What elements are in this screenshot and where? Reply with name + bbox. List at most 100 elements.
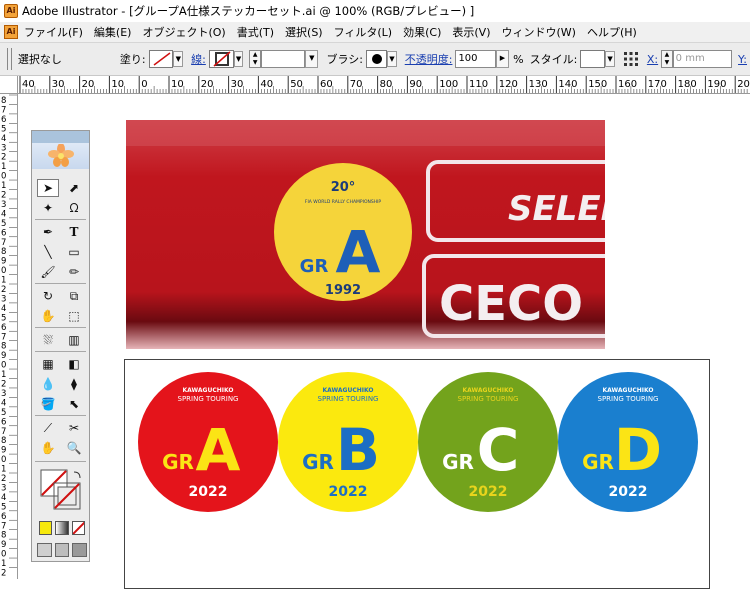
blend-tool-icon[interactable]: ⧫ [63, 375, 85, 393]
fill-stroke-swatch-icon[interactable] [40, 469, 84, 511]
fill-dropdown-arrow[interactable]: ▼ [173, 51, 184, 67]
ruler-h-label: 160 [618, 79, 637, 90]
tools-divider [35, 219, 86, 220]
vertical-ruler[interactable]: 8765432101234567890123456789012345678901… [0, 93, 18, 579]
full-screen-mode-icon[interactable] [72, 543, 88, 557]
sticker-year: 2022 [469, 484, 508, 500]
scissors-tool-icon[interactable]: ✂ [63, 419, 85, 437]
sticker-c[interactable]: KAWAGUCHIKOSPRING TOURING GR C2022 [418, 372, 558, 512]
opacity-label[interactable]: 不透明度: [405, 51, 453, 67]
sticker-a[interactable]: KAWAGUCHIKOSPRING TOURING GR A2022 [138, 372, 278, 512]
badge-subtitle: FIA WORLD RALLY CHAMPIONSHIP [305, 199, 382, 205]
none-button-icon[interactable] [71, 521, 85, 535]
live-paint-selection-tool-icon[interactable]: ⬉ [63, 395, 85, 413]
rectangle-tool-icon[interactable]: ▭ [63, 243, 85, 261]
ruler-h-label: 80 [380, 79, 393, 90]
standard-screen-mode-icon[interactable] [37, 543, 52, 557]
sticker-letter: C [477, 416, 520, 484]
ruler-h-label: 200 [737, 79, 750, 90]
mesh-tool-icon[interactable]: ▦ [37, 355, 59, 373]
tools-panel-titlebar[interactable] [32, 131, 89, 143]
scale-tool-icon[interactable]: ⧉ [63, 287, 85, 305]
transform-reference-icon[interactable] [623, 51, 639, 67]
brush-swatch[interactable] [365, 50, 388, 68]
full-screen-menu-mode-icon[interactable] [54, 543, 70, 557]
stroke-weight-stepper[interactable]: ▲ ▼ [249, 50, 261, 68]
type-tool-icon[interactable]: T [63, 223, 85, 241]
line-tool-icon[interactable]: ╲ [37, 243, 59, 261]
stroke-dropdown-arrow[interactable]: ▼ [233, 51, 244, 67]
horizontal-ruler[interactable]: 40 30 20 10 0 10 20 30 40 50 60 70 80 90 100 110 120 130 1… [0, 76, 750, 94]
pencil-tool-icon[interactable]: ✏ [63, 263, 85, 281]
opacity-input[interactable]: 100 [455, 50, 496, 68]
column-graph-tool-icon[interactable]: ▥ [63, 331, 85, 349]
document-menu-icon[interactable]: Ai [4, 25, 18, 39]
menu-bar: Ai ファイル(F) 編集(E) オブジェクト(O) 書式(T) 選択(S) フ… [0, 22, 750, 43]
menu-file[interactable]: ファイル(F) [24, 24, 83, 40]
style-swatch[interactable] [580, 50, 606, 68]
control-bar-grip[interactable] [7, 48, 12, 70]
artboard[interactable]: KAWAGUCHIKO SPRING TOURING GR A 2022 KAWAGUCH… [124, 359, 710, 589]
tools-divider [35, 351, 86, 352]
ruler-h-label: 10 [171, 79, 184, 90]
tools-divider [35, 415, 86, 416]
gradient-tool-icon[interactable]: ◧ [63, 355, 85, 373]
selection-tool-icon[interactable]: ➤ [37, 179, 59, 197]
symbol-sprayer-tool-icon[interactable]: ⛆ [37, 331, 59, 349]
stroke-swatch[interactable] [208, 50, 234, 68]
ruler-h-label: 130 [529, 79, 548, 90]
pen-tool-icon[interactable]: ✒ [37, 223, 59, 241]
ruler-h-label: 0 [141, 79, 147, 90]
menu-type[interactable]: 書式(T) [237, 24, 274, 40]
sticker-b[interactable]: KAWAGUCHIKOSPRING TOURING GR B2022 [278, 372, 418, 512]
x-input[interactable]: 0 mm [672, 50, 733, 68]
reference-photo[interactable]: 20° FIA WORLD RALLY CHAMPIONSHIP GR A 19… [126, 120, 605, 349]
slice-tool-icon[interactable]: ⟋ [37, 419, 59, 437]
brush-label: ブラシ: [326, 53, 363, 66]
magic-wand-tool-icon[interactable]: ✦ [37, 199, 59, 217]
stroke-weight-dropdown[interactable]: ▼ [305, 50, 319, 68]
x-label[interactable]: X: [647, 53, 658, 66]
sticker-sub-text: SPRING TOURING [598, 395, 659, 403]
gradient-button-icon[interactable] [55, 521, 69, 535]
menu-effect[interactable]: 効果(C) [403, 24, 441, 40]
color-button-icon[interactable] [39, 521, 53, 535]
lasso-tool-icon[interactable]: ᘯ [63, 199, 85, 217]
menu-window[interactable]: ウィンドウ(W) [501, 24, 575, 40]
sticker-d[interactable]: KAWAGUCHIKOSPRING TOURING GR D2022 [558, 372, 698, 512]
zoom-tool-icon[interactable]: 🔍 [63, 439, 85, 457]
sponsor-bottom-text: CECO [439, 276, 583, 332]
free-transform-tool-icon[interactable]: ⬚ [63, 307, 85, 325]
warp-tool-icon[interactable]: ✋ [37, 307, 59, 325]
stroke-label[interactable]: 線: [191, 51, 206, 67]
direct-selection-tool-icon[interactable]: ⬈ [63, 179, 85, 197]
menu-view[interactable]: 表示(V) [452, 24, 490, 40]
ruler-h-label: 40 [22, 79, 35, 90]
hand-tool-icon[interactable]: ✋ [37, 439, 59, 457]
illustrator-app-icon: Ai [4, 4, 18, 18]
rally-car-photo: 20° FIA WORLD RALLY CHAMPIONSHIP GR A 19… [126, 120, 605, 349]
ruler-h-label: 150 [588, 79, 607, 90]
paintbrush-tool-icon[interactable]: 🖌 [37, 263, 59, 281]
eyedropper-tool-icon[interactable]: 💧 [37, 375, 59, 393]
brush-dropdown-arrow[interactable]: ▼ [387, 51, 397, 67]
tools-divider [35, 461, 86, 462]
stroke-weight-input[interactable] [260, 50, 306, 68]
ruler-origin[interactable] [0, 76, 18, 94]
menu-object[interactable]: オブジェクト(O) [142, 24, 225, 40]
menu-filter[interactable]: フィルタ(L) [334, 24, 393, 40]
live-paint-bucket-tool-icon[interactable]: 🪣 [37, 395, 59, 413]
opacity-dropdown-arrow[interactable]: ▶ [495, 50, 510, 68]
y-label[interactable]: Y: [738, 53, 747, 66]
menu-help[interactable]: ヘルプ(H) [587, 24, 637, 40]
fill-swatch[interactable] [148, 50, 174, 68]
sticker-year: 2022 [609, 484, 648, 500]
badge-year: 1992 [325, 283, 361, 298]
badge-letter: A [336, 218, 381, 286]
ruler-h-label: 90 [409, 79, 422, 90]
menu-select[interactable]: 選択(S) [285, 24, 323, 40]
x-stepper[interactable]: ▲ ▼ [661, 50, 673, 68]
style-dropdown-arrow[interactable]: ▼ [605, 51, 615, 67]
rotate-tool-icon[interactable]: ↻ [37, 287, 59, 305]
menu-edit[interactable]: 編集(E) [94, 24, 132, 40]
